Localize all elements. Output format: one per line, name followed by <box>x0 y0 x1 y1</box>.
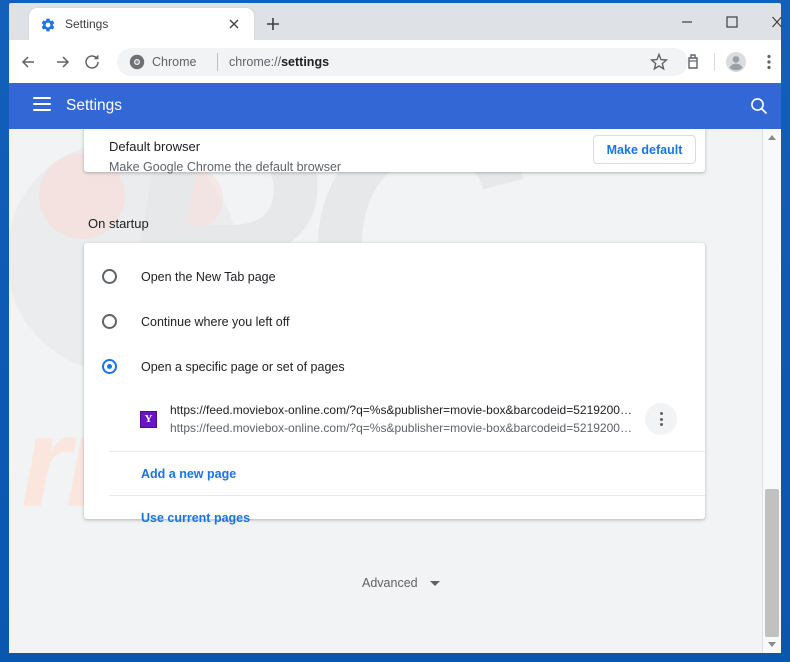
forward-arrow-icon[interactable] <box>48 49 74 75</box>
startup-option-new-tab[interactable]: Open the New Tab page <box>84 255 705 300</box>
chrome-logo-icon <box>129 54 145 70</box>
close-icon[interactable] <box>226 16 242 32</box>
startup-page-url-subtitle: https://feed.moviebox-online.com/?q=%s&p… <box>170 421 632 435</box>
startup-page-entry: Y https://feed.moviebox-online.com/?q=%s… <box>84 393 705 447</box>
make-default-button[interactable]: Make default <box>593 135 696 164</box>
startup-option-label: Open the New Tab page <box>141 270 276 284</box>
chevron-down-icon <box>430 581 440 586</box>
browser-toolbar: Chrome chrome://settings <box>9 40 781 83</box>
settings-page-body: PC risk.com Default browser Make Google … <box>9 129 781 653</box>
use-current-pages-row[interactable]: Use current pages <box>84 496 705 540</box>
scrollbar-thumb[interactable] <box>765 489 779 637</box>
startup-option-label: Open a specific page or set of pages <box>141 360 345 374</box>
default-browser-card: Default browser Make Google Chrome the d… <box>84 129 705 174</box>
bookmark-star-icon[interactable] <box>647 50 671 74</box>
page-scrollbar[interactable] <box>762 129 781 653</box>
search-icon[interactable] <box>749 96 769 116</box>
site-favicon-icon: Y <box>140 411 157 428</box>
hamburger-menu-icon[interactable] <box>33 97 51 115</box>
startup-option-label: Continue where you left off <box>141 315 290 329</box>
on-startup-card: Open the New Tab page Continue where you… <box>84 243 705 525</box>
default-browser-title: Default browser <box>109 139 201 154</box>
window-minimize-button[interactable] <box>665 6 710 36</box>
startup-page-url: https://feed.moviebox-online.com/?q=%s&p… <box>170 403 632 417</box>
tab-title: Settings <box>65 17 109 31</box>
browser-window: Settings Chrome chrome://settings Settin… <box>0 0 790 662</box>
new-tab-button[interactable] <box>262 13 284 35</box>
reload-icon[interactable] <box>79 49 105 75</box>
startup-option-continue[interactable]: Continue where you left off <box>84 300 705 345</box>
omnibox-chrome-label: Chrome <box>152 55 197 69</box>
scroll-up-arrow-icon[interactable] <box>763 129 781 146</box>
omnibox-separator <box>217 53 218 71</box>
startup-page-three-dot-menu-icon[interactable] <box>645 403 677 435</box>
toolbar-separator <box>714 53 715 71</box>
omnibox-url-text: chrome://settings <box>229 54 329 70</box>
browser-tab-settings[interactable]: Settings <box>29 8 254 40</box>
extension-icon[interactable] <box>682 50 706 74</box>
settings-scroll-area: Default browser Make Google Chrome the d… <box>9 129 762 653</box>
advanced-expand-button[interactable]: Advanced <box>284 569 489 599</box>
radio-button-icon <box>102 269 117 284</box>
scroll-down-arrow-icon[interactable] <box>763 636 781 653</box>
profile-avatar-icon[interactable] <box>724 50 748 74</box>
use-current-pages-link: Use current pages <box>141 511 251 525</box>
back-arrow-icon[interactable] <box>17 49 43 75</box>
on-startup-heading: On startup <box>88 216 149 231</box>
tab-strip: Settings <box>9 3 782 40</box>
omnibox-address-bar[interactable]: Chrome chrome://settings <box>117 48 688 76</box>
radio-button-icon <box>102 314 117 329</box>
url-scheme: chrome:// <box>229 55 282 69</box>
page-title: Settings <box>66 97 123 114</box>
settings-gear-icon <box>40 17 56 33</box>
window-close-button[interactable] <box>755 6 790 36</box>
startup-option-specific-page[interactable]: Open a specific page or set of pages <box>84 345 705 390</box>
radio-button-icon-selected <box>102 359 117 374</box>
add-a-new-page-link: Add a new page <box>141 467 237 481</box>
default-browser-subtitle: Make Google Chrome the default browser <box>109 160 342 174</box>
settings-header-bar: Settings <box>9 83 781 129</box>
advanced-label: Advanced <box>362 576 418 590</box>
three-dot-menu-icon[interactable] <box>757 50 781 74</box>
add-a-new-page-row[interactable]: Add a new page <box>84 452 705 496</box>
url-path: settings <box>281 55 330 69</box>
window-maximize-button[interactable] <box>710 6 755 36</box>
